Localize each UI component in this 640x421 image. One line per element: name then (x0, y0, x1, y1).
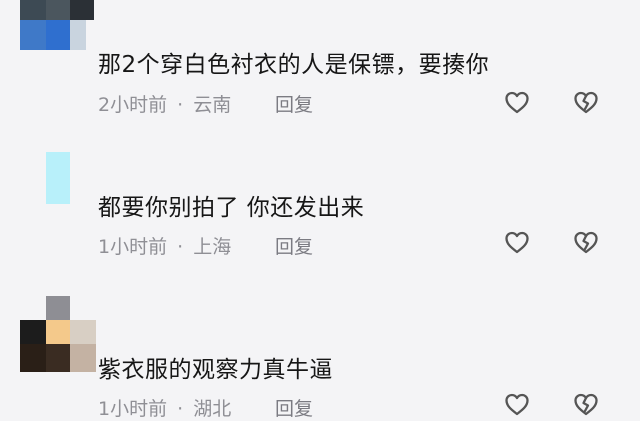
comment-item: 那2个穿白色衬衣的人是保镖，要揍你 2小时前 · 云南 回复 (0, 0, 640, 130)
reply-button[interactable]: 回复 (275, 232, 313, 259)
comment-time: 1小时前 (98, 236, 168, 258)
comment-item: 都要你别拍了 你还发出来 1小时前 · 上海 回复 (0, 130, 640, 270)
comment-location: 上海 (193, 236, 232, 258)
comment-meta: 1小时前 · 上海 回复 (98, 232, 313, 259)
comment-location: 云南 (193, 94, 232, 116)
comment-text: 都要你别拍了 你还发出来 (98, 195, 365, 221)
meta-separator: · (177, 236, 184, 258)
comment-meta: 1小时前 · 湖北 回复 (98, 394, 313, 421)
meta-separator: · (177, 94, 184, 116)
reply-button[interactable]: 回复 (275, 394, 313, 421)
avatar[interactable] (20, 296, 96, 372)
broken-heart-icon[interactable] (572, 390, 600, 418)
meta-separator: · (177, 398, 184, 420)
avatar[interactable] (20, 0, 96, 56)
comment-meta: 2小时前 · 云南 回复 (98, 90, 313, 117)
comment-location: 湖北 (193, 398, 232, 420)
reply-button[interactable]: 回复 (275, 90, 313, 117)
comment-item: 紫衣服的观察力真牛逼 1小时前 · 湖北 回复 (0, 270, 640, 420)
comment-time: 2小时前 (98, 94, 168, 116)
heart-outline-icon[interactable] (503, 88, 531, 116)
broken-heart-icon[interactable] (572, 88, 600, 116)
comment-time: 1小时前 (98, 398, 168, 420)
heart-outline-icon[interactable] (503, 390, 531, 418)
comment-text: 那2个穿白色衬衣的人是保镖，要揍你 (98, 52, 490, 78)
avatar[interactable] (20, 152, 96, 208)
broken-heart-icon[interactable] (572, 228, 600, 256)
heart-outline-icon[interactable] (503, 228, 531, 256)
comment-text: 紫衣服的观察力真牛逼 (98, 357, 333, 383)
